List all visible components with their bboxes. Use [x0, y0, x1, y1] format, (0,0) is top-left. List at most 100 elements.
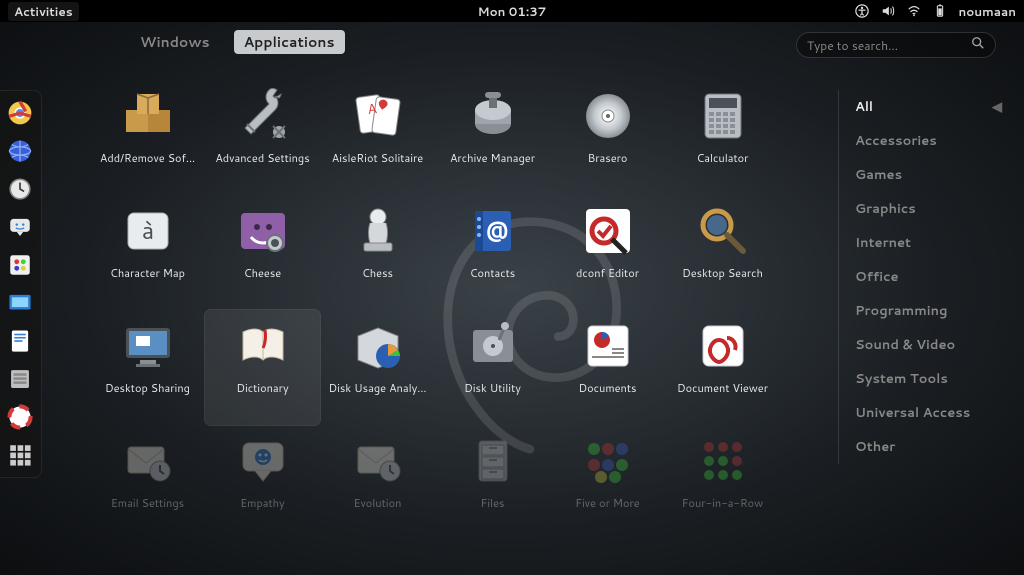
- app-item-evolution[interactable]: Evolution: [320, 425, 435, 540]
- app-item-contacts[interactable]: @Contacts: [435, 195, 550, 310]
- category-label: Accessories: [855, 132, 937, 150]
- dash-item-chrome[interactable]: [4, 97, 36, 129]
- dash: [0, 90, 42, 478]
- app-label: dconf Editor: [576, 265, 639, 281]
- app-label: Empathy: [240, 495, 285, 511]
- app-label: Email Settings: [111, 495, 184, 511]
- packages-icon: [120, 88, 176, 144]
- evince-icon: [695, 318, 751, 374]
- app-item-document-viewer[interactable]: Document Viewer: [665, 310, 780, 425]
- cabinet-icon: [465, 433, 521, 489]
- volume-icon[interactable]: [880, 3, 896, 19]
- mail-icon: [350, 433, 406, 489]
- search-input[interactable]: Type to search...: [796, 32, 996, 58]
- app-label: Brasero: [588, 150, 628, 166]
- app-item-add-remove-sof[interactable]: Add/Remove Sof...: [90, 80, 205, 195]
- app-item-email-settings[interactable]: Email Settings: [90, 425, 205, 540]
- category-label: Office: [855, 268, 899, 286]
- dash-item-screenshot[interactable]: [4, 287, 36, 319]
- app-item-files[interactable]: Files: [435, 425, 550, 540]
- dash-item-empathy[interactable]: [4, 211, 36, 243]
- category-sound-video[interactable]: Sound & Video: [855, 328, 1008, 362]
- at-icon: @: [465, 203, 521, 259]
- app-item-empathy[interactable]: Empathy: [205, 425, 320, 540]
- category-label: Other: [855, 438, 895, 456]
- dash-item-color-picker[interactable]: [4, 249, 36, 281]
- dash-item-help[interactable]: [4, 401, 36, 433]
- disk-icon: [465, 318, 521, 374]
- activities-button[interactable]: Activities: [8, 2, 79, 21]
- key-a-icon: à: [120, 203, 176, 259]
- app-item-chess[interactable]: Chess: [320, 195, 435, 310]
- app-item-desktop-sharing[interactable]: Desktop Sharing: [90, 310, 205, 425]
- balls2-icon: [695, 433, 751, 489]
- category-label: Internet: [855, 234, 911, 252]
- category-label: Games: [855, 166, 902, 184]
- app-item-disk-utility[interactable]: Disk Utility: [435, 310, 550, 425]
- dash-item-document[interactable]: [4, 325, 36, 357]
- app-item-character-map[interactable]: à Character Map: [90, 195, 205, 310]
- accessibility-icon[interactable]: [854, 3, 870, 19]
- category-label: Graphics: [855, 200, 916, 218]
- app-item-dconf-editor[interactable]: dconf Editor: [550, 195, 665, 310]
- category-accessories[interactable]: Accessories: [855, 124, 1008, 158]
- app-item-four-in-a-row[interactable]: Four-in-a-Row: [665, 425, 780, 540]
- dash-item-clock[interactable]: [4, 173, 36, 205]
- app-item-desktop-search[interactable]: Desktop Search: [665, 195, 780, 310]
- category-games[interactable]: Games: [855, 158, 1008, 192]
- cheese-icon: [235, 203, 291, 259]
- category-system-tools[interactable]: System Tools: [855, 362, 1008, 396]
- app-label: Document Viewer: [677, 380, 768, 396]
- app-item-advanced-settings[interactable]: Advanced Settings: [205, 80, 320, 195]
- category-programming[interactable]: Programming: [855, 294, 1008, 328]
- category-graphics[interactable]: Graphics: [855, 192, 1008, 226]
- chess-icon: [350, 203, 406, 259]
- app-label: Character Map: [110, 265, 185, 281]
- wifi-icon[interactable]: [906, 3, 922, 19]
- book-icon: [235, 318, 291, 374]
- app-item-brasero[interactable]: Brasero: [550, 80, 665, 195]
- app-item-dictionary[interactable]: Dictionary: [205, 310, 320, 425]
- category-universal-access[interactable]: Universal Access: [855, 396, 1008, 430]
- app-item-cheese[interactable]: Cheese: [205, 195, 320, 310]
- app-item-five-or-more[interactable]: Five or More: [550, 425, 665, 540]
- app-item-calculator[interactable]: Calculator: [665, 80, 780, 195]
- app-item-archive-manager[interactable]: Archive Manager: [435, 80, 550, 195]
- search-icon: [971, 36, 985, 54]
- category-label: Programming: [855, 302, 948, 320]
- app-label: Disk Utility: [464, 380, 521, 396]
- app-item-aisleriot-solitaire[interactable]: AAisleRiot Solitaire: [320, 80, 435, 195]
- app-label: Desktop Sharing: [105, 380, 190, 396]
- app-label: Archive Manager: [450, 150, 535, 166]
- mail-icon: [120, 433, 176, 489]
- category-internet[interactable]: Internet: [855, 226, 1008, 260]
- disc-icon: [580, 88, 636, 144]
- smile-icon: [235, 433, 291, 489]
- category-office[interactable]: Office: [855, 260, 1008, 294]
- tab-windows[interactable]: Windows: [130, 30, 220, 54]
- svg-text:à: à: [141, 213, 154, 247]
- app-item-documents[interactable]: Documents: [550, 310, 665, 425]
- app-label: Files: [481, 495, 505, 511]
- app-item-disk-usage-analy[interactable]: Disk Usage Analy...: [320, 310, 435, 425]
- roller-icon: [465, 88, 521, 144]
- clock[interactable]: Mon 01:37: [478, 3, 547, 20]
- tab-applications[interactable]: Applications: [234, 30, 345, 54]
- app-grid-container: Add/Remove Sof... Advanced SettingsAAisle…: [90, 80, 824, 575]
- dash-item-web-browser[interactable]: [4, 135, 36, 167]
- pie-icon: [350, 318, 406, 374]
- battery-icon[interactable]: [932, 3, 948, 19]
- dash-item-show-apps[interactable]: [4, 439, 36, 471]
- app-label: Dictionary: [236, 380, 288, 396]
- top-panel: Activities Mon 01:37 noumaan: [0, 0, 1024, 22]
- user-menu[interactable]: noumaan: [958, 3, 1016, 20]
- dash-item-files[interactable]: [4, 363, 36, 395]
- search-placeholder: Type to search...: [807, 37, 898, 54]
- app-grid: Add/Remove Sof... Advanced SettingsAAisle…: [90, 80, 824, 540]
- svg-text:@: @: [485, 214, 508, 245]
- app-label: Documents: [579, 380, 637, 396]
- category-other[interactable]: Other: [855, 430, 1008, 464]
- app-label: Add/Remove Sof...: [100, 150, 195, 166]
- category-all[interactable]: All◀: [855, 90, 1008, 124]
- chevron-left-icon: ◀: [992, 98, 1002, 116]
